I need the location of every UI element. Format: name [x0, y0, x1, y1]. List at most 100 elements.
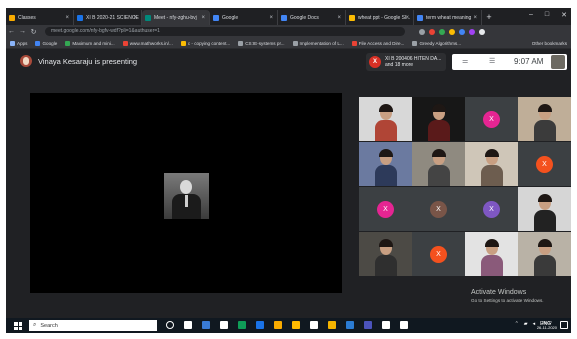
participant-tile[interactable]: [465, 232, 518, 276]
browser-tab[interactable]: Google ×: [210, 10, 278, 25]
participant-tile[interactable]: [359, 97, 412, 141]
participant-tile[interactable]: [465, 142, 518, 186]
participant-tile[interactable]: [518, 232, 571, 276]
taskbar-app-icon[interactable]: [238, 321, 246, 329]
participant-tile[interactable]: [412, 97, 465, 141]
taskbar-app-icon[interactable]: [382, 321, 390, 329]
browser-tab[interactable]: Google Docs ×: [278, 10, 346, 25]
tab-close-icon[interactable]: ×: [133, 15, 137, 21]
bookmark-icon: [351, 40, 357, 46]
tab-close-icon[interactable]: ×: [405, 15, 409, 21]
minimize-icon[interactable]: –: [529, 11, 533, 19]
chat-icon[interactable]: ☰: [489, 57, 495, 65]
participants-pill[interactable]: X XI B 200406 HITEN DA... and 18 more: [366, 53, 446, 71]
participant-video-person: [481, 239, 503, 276]
browser-tab[interactable]: XI B 2020-21 SCIENCE ×: [74, 10, 142, 25]
bookmark-item[interactable]: www.mathworks.in/...: [122, 40, 173, 46]
reload-icon[interactable]: ↻: [28, 28, 39, 36]
bookmark-label: Google: [42, 40, 58, 46]
maximize-icon[interactable]: □: [545, 11, 549, 19]
watermark-subtitle: Go to Settings to activate Windows.: [471, 298, 544, 303]
taskbar-app-icon[interactable]: [364, 321, 372, 329]
tab-close-icon[interactable]: ×: [269, 15, 273, 21]
extension-icon[interactable]: [429, 28, 435, 35]
bookmark-item[interactable]: Implementation of L...: [292, 40, 344, 46]
participant-video-person: [375, 239, 397, 276]
participant-tile[interactable]: [518, 97, 571, 141]
extension-icon[interactable]: [439, 28, 445, 35]
extension-icon[interactable]: [419, 28, 425, 35]
browser-tab[interactable]: Meet - nfy-zghu-bvj ×: [142, 10, 210, 25]
forward-icon[interactable]: →: [17, 28, 28, 35]
new-tab-icon[interactable]: +: [482, 10, 496, 25]
browser-tab[interactable]: wheat ppt - Google Sl... ×: [346, 10, 414, 25]
tab-close-icon[interactable]: ×: [337, 15, 341, 21]
bookmark-item[interactable]: c - copying content...: [180, 40, 230, 46]
presentation-screen: [30, 93, 342, 293]
bookmark-icon: [238, 40, 244, 46]
bookmark-item[interactable]: CS:IE-systems pr...: [238, 40, 285, 46]
taskbar-app-icon[interactable]: [400, 321, 408, 329]
browser-tab-bar: Classes × XI B 2020-21 SCIENCE × Meet - nfy-…: [6, 8, 571, 25]
windows-start-icon[interactable]: [14, 322, 22, 330]
bookmarks-bar: Apps Google Maximum and mini... www.mathwor…: [6, 38, 571, 49]
taskbar-app-icon[interactable]: [310, 321, 318, 329]
taskbar-app-icon[interactable]: [274, 321, 282, 329]
taskbar-app-icon[interactable]: [292, 321, 300, 329]
bookmark-icon: [10, 40, 15, 46]
participant-tile[interactable]: [412, 142, 465, 186]
participant-tile[interactable]: [518, 187, 571, 231]
taskbar-clock[interactable]: 09:07 26-11-2020: [537, 320, 557, 330]
participant-video-person: [534, 104, 556, 141]
bookmark-item[interactable]: Greedy Algorithms...: [412, 40, 461, 46]
tab-close-icon[interactable]: ×: [65, 15, 69, 21]
tray-arrows-icon[interactable]: ⌃: [515, 321, 519, 327]
back-icon[interactable]: ←: [6, 28, 17, 35]
participant-video-person: [534, 194, 556, 231]
extension-icon[interactable]: [449, 28, 455, 35]
bookmark-item[interactable]: Maximum and mini...: [65, 40, 115, 46]
taskbar-app-icon[interactable]: [346, 321, 354, 329]
close-icon[interactable]: ✕: [561, 11, 567, 19]
taskbar-app-icon[interactable]: [166, 321, 174, 329]
participant-tile[interactable]: X: [465, 97, 518, 141]
network-icon[interactable]: ▰: [524, 321, 528, 327]
taskbar-app-icon[interactable]: [256, 321, 264, 329]
profile-avatar[interactable]: [479, 28, 485, 35]
url-input[interactable]: meet.google.com/nfy-bgfv-wdf?pli=1&authu…: [45, 27, 405, 36]
extension-icon[interactable]: [469, 28, 475, 35]
participant-initial-avatar: X: [483, 111, 500, 128]
tab-favicon-icon: [281, 14, 287, 21]
participant-tile[interactable]: [359, 232, 412, 276]
participant-tile[interactable]: X: [359, 187, 412, 231]
search-icon: ⌕: [33, 322, 37, 328]
browser-tab[interactable]: term wheat meaning ×: [414, 10, 482, 25]
layout-icon[interactable]: ⚌: [462, 57, 468, 65]
tab-close-icon[interactable]: ×: [201, 15, 205, 21]
extension-icons: [419, 28, 485, 35]
browser-tab[interactable]: Classes ×: [6, 10, 74, 25]
bookmark-item[interactable]: File Access and Dire...: [351, 40, 404, 46]
other-bookmarks[interactable]: Other bookmarks: [532, 41, 567, 46]
volume-icon[interactable]: ◂: [533, 321, 536, 327]
tab-close-icon[interactable]: ×: [473, 15, 477, 21]
taskbar-search-box[interactable]: ⌕ Search: [29, 320, 157, 331]
participant-tile[interactable]: X: [518, 142, 571, 186]
participant-video-person: [375, 104, 397, 141]
participant-tile[interactable]: X: [465, 187, 518, 231]
bookmark-item[interactable]: Google: [35, 40, 58, 46]
bookmark-item[interactable]: Apps: [10, 40, 27, 46]
taskbar-app-icon[interactable]: [328, 321, 336, 329]
taskbar-app-icon[interactable]: [184, 321, 192, 329]
participant-tile[interactable]: [359, 142, 412, 186]
participant-tile[interactable]: X: [412, 187, 465, 231]
self-view-thumbnail: [551, 55, 565, 69]
tab-label: Meet - nfy-zghu-bvj: [154, 14, 197, 21]
windows-taskbar: ⌕ Search ⌃ ▰ ◂ ENG 09:07 26-11-2020: [6, 318, 571, 333]
participant-tile[interactable]: X: [412, 232, 465, 276]
taskbar-app-icon[interactable]: [202, 321, 210, 329]
extension-icon[interactable]: [459, 28, 465, 35]
notification-icon[interactable]: [560, 321, 568, 329]
window-controls: – □ ✕: [529, 11, 567, 19]
taskbar-app-icon[interactable]: [220, 321, 228, 329]
